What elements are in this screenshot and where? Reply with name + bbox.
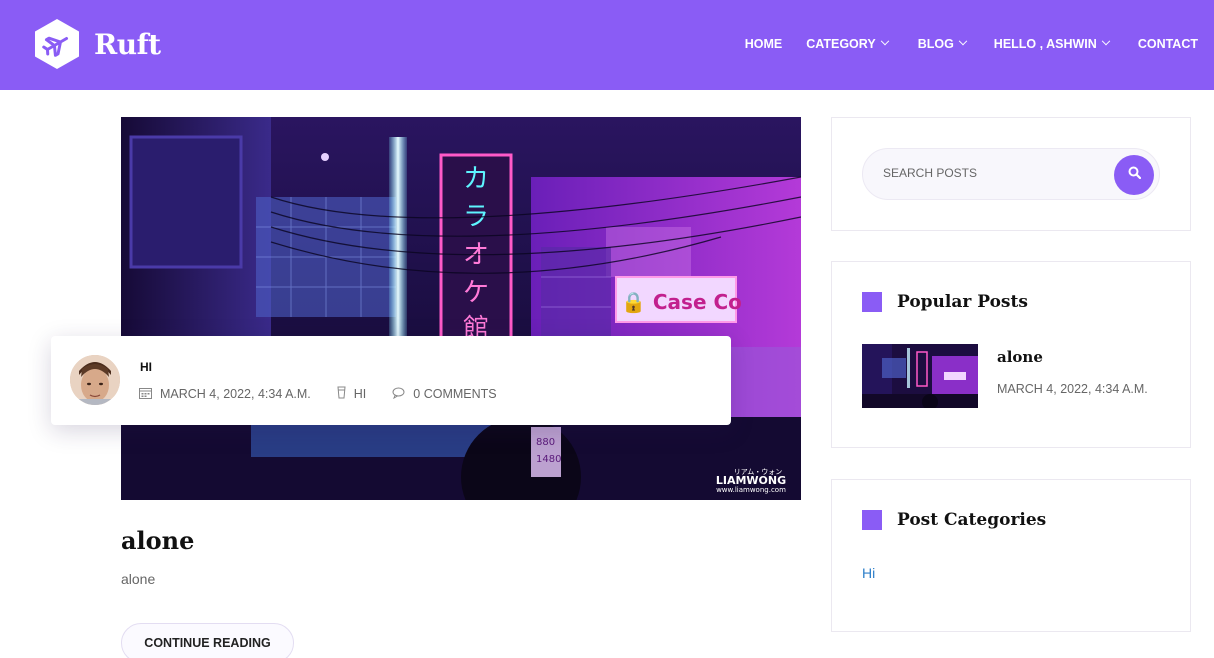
chevron-down-icon — [958, 36, 968, 46]
popular-posts-title: Popular Posts — [897, 292, 1028, 312]
svg-text:ケ: ケ — [463, 278, 489, 308]
popular-post-thumbnail[interactable] — [862, 344, 978, 408]
post-comments-text: 0 COMMENTS — [413, 387, 497, 401]
watermark-url: www.liamwong.com — [716, 486, 786, 494]
popular-post-date: MARCH 4, 2022, 4:34 A.M. — [997, 382, 1148, 396]
comment-icon — [392, 387, 405, 402]
svg-text:880: 880 — [536, 437, 555, 448]
calendar-icon — [139, 387, 152, 402]
nav-category-label: CATEGORY — [806, 37, 876, 51]
category-link[interactable]: Hi — [862, 565, 875, 581]
svg-text:1480: 1480 — [536, 454, 561, 465]
search-input[interactable] — [883, 166, 1103, 180]
post-author-meta[interactable]: HI — [337, 386, 367, 402]
post-categories-heading: Post Categories — [862, 510, 1046, 530]
author-avatar[interactable] — [70, 355, 120, 405]
airplane-logo-icon — [34, 18, 80, 70]
nav-contact-label: CONTACT — [1137, 37, 1198, 51]
post-title[interactable]: alone — [121, 526, 194, 555]
search-widget — [831, 117, 1191, 231]
post-date: MARCH 4, 2022, 4:34 A.M. — [139, 387, 311, 402]
site-header: Ruft HOME CATEGORY BLOG HELLO , ASHWIN C… — [0, 0, 1214, 90]
nav-contact[interactable]: CONTACT — [1138, 37, 1198, 51]
author-name[interactable]: HI — [140, 360, 152, 374]
continue-reading-button[interactable]: CONTINUE READING — [121, 623, 294, 658]
popular-post-title[interactable]: alone — [997, 348, 1043, 366]
heading-square-icon — [862, 292, 882, 312]
heading-square-icon — [862, 510, 882, 530]
nav-user-menu[interactable]: HELLO , ASHWIN — [993, 36, 1111, 51]
site-logo[interactable]: Ruft — [34, 18, 161, 70]
post-meta-row: MARCH 4, 2022, 4:34 A.M. HI 0 COMMENTS — [139, 386, 497, 402]
chevron-down-icon — [1101, 36, 1111, 46]
post-featured-image[interactable]: カ ラ オ ケ 館 🔒 Case Co 880 1480 リアム・ウォン LIA… — [121, 117, 801, 500]
search-icon — [1128, 166, 1141, 184]
post-categories-title: Post Categories — [897, 510, 1047, 530]
post-comments[interactable]: 0 COMMENTS — [392, 387, 497, 402]
search-box — [862, 148, 1160, 200]
chevron-down-icon — [880, 36, 889, 46]
brand-name: Ruft — [94, 27, 161, 61]
nav-user-label: HELLO , ASHWIN — [993, 37, 1097, 51]
popular-posts-heading: Popular Posts — [862, 292, 1028, 312]
search-button[interactable] — [1114, 155, 1154, 195]
post-date-text: MARCH 4, 2022, 4:34 A.M. — [160, 387, 311, 401]
post-excerpt: alone — [121, 571, 156, 587]
post-categories-widget: Post Categories Hi — [831, 479, 1191, 632]
svg-text:🔒 Case Co: 🔒 Case Co — [621, 290, 742, 314]
nav-category[interactable]: CATEGORY — [806, 36, 889, 51]
nav-blog-label: BLOG — [917, 37, 954, 51]
nav-home-label: HOME — [744, 37, 783, 51]
main-nav: HOME CATEGORY BLOG HELLO , ASHWIN CONTAC… — [745, 36, 1198, 51]
popular-posts-widget: Popular Posts alone MARCH 4, 2022, 4:34 … — [831, 261, 1191, 448]
cup-icon — [337, 386, 346, 402]
post-meta-card: HI MARCH 4, 2022, 4:34 A.M. HI 0 COMMENT… — [51, 336, 731, 425]
nav-home[interactable]: HOME — [745, 37, 783, 51]
post-author-meta-text: HI — [353, 387, 367, 401]
svg-text:カ: カ — [463, 164, 489, 194]
nav-blog[interactable]: BLOG — [917, 36, 968, 51]
